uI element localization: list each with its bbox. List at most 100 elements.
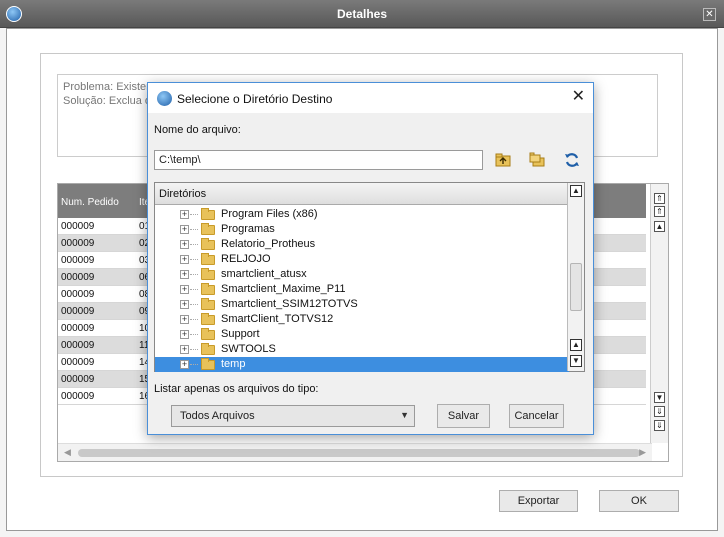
tree-connector <box>190 244 198 245</box>
tree-connector <box>190 349 198 350</box>
cell-num-pedido: 000009 <box>61 374 95 385</box>
expand-icon[interactable]: + <box>180 300 189 309</box>
tree-item[interactable]: + Support <box>155 327 569 342</box>
tree-header: Diretórios <box>155 183 569 205</box>
folder-up-icon[interactable] <box>495 152 511 168</box>
scroll-left-icon[interactable]: ◀ <box>64 447 71 458</box>
app-logo-icon <box>157 91 172 106</box>
folder-name: temp <box>221 358 246 370</box>
folder-icon <box>201 223 215 235</box>
tree-connector <box>190 319 198 320</box>
dialog-title: Selecione o Diretório Destino <box>177 92 333 106</box>
select-directory-dialog: Selecione o Diretório Destino ✕ Nome do … <box>147 82 594 435</box>
expand-icon[interactable]: + <box>180 315 189 324</box>
folder-icon <box>201 343 215 355</box>
window-title: Detalhes <box>336 7 388 21</box>
dialog-close-button[interactable]: ✕ <box>572 88 585 106</box>
tree-items: + Program Files (x86) + Programas + Relatorio… <box>155 207 569 372</box>
expand-icon[interactable]: + <box>180 360 189 369</box>
expand-icon[interactable]: + <box>180 270 189 279</box>
grid-horizontal-scrollbar[interactable]: ◀ ▶ <box>58 443 652 461</box>
tree-connector <box>190 259 198 260</box>
tree-header-label: Diretórios <box>159 188 207 200</box>
expand-icon[interactable]: + <box>180 255 189 264</box>
tree-vertical-scrollbar[interactable]: ▲ ▲ ▼ <box>567 183 584 371</box>
tree-page-up-icon[interactable]: ▲ <box>570 339 582 351</box>
tree-scroll-thumb[interactable] <box>570 263 582 311</box>
tree-item[interactable]: + Relatorio_Protheus <box>155 237 569 252</box>
tree-item[interactable]: + RELJOJO <box>155 252 569 267</box>
scroll-down-icon[interactable]: ▼ <box>654 392 665 403</box>
cell-num-pedido: 000009 <box>61 323 95 334</box>
horizontal-scroll-thumb[interactable] <box>78 449 640 457</box>
folder-icon <box>201 298 215 310</box>
tree-scroll-down-icon[interactable]: ▼ <box>570 355 582 367</box>
file-type-label: Listar apenas os arquivos do tipo: <box>154 383 319 395</box>
refresh-icon[interactable] <box>564 152 580 168</box>
export-button[interactable]: Exportar <box>499 490 578 512</box>
file-name-label: Nome do arquivo: <box>154 124 241 136</box>
page-up-icon[interactable]: ⇑ <box>654 206 665 217</box>
directory-tree[interactable]: Diretórios + Program Files (x86) + Programa… <box>154 182 585 372</box>
tree-scroll-up-icon[interactable]: ▲ <box>570 185 582 197</box>
save-button[interactable]: Salvar <box>437 404 490 428</box>
cell-num-pedido: 000009 <box>61 306 95 317</box>
folder-icon <box>201 283 215 295</box>
folder-icon <box>201 328 215 340</box>
column-header-num-pedido[interactable]: Num. Pedido <box>61 197 119 208</box>
tree-item[interactable]: + SWTOOLS <box>155 342 569 357</box>
cell-num-pedido: 000009 <box>61 340 95 351</box>
tree-connector <box>190 214 198 215</box>
tree-connector <box>190 289 198 290</box>
folder-icon <box>201 253 215 265</box>
folder-icon <box>201 358 215 370</box>
tree-item[interactable]: + Smartclient_SSIM12TOTVS <box>155 297 569 312</box>
cell-num-pedido: 000009 <box>61 238 95 249</box>
new-folder-icon[interactable] <box>529 152 545 168</box>
tree-connector <box>190 274 198 275</box>
grid-vertical-scrollbar[interactable]: ⇑ ⇑ ▲ ▼ ⇓ ⇓ <box>650 184 668 443</box>
folder-icon <box>201 208 215 220</box>
folder-name: Programas <box>221 223 275 235</box>
folder-name: RELJOJO <box>221 253 271 265</box>
ok-button[interactable]: OK <box>599 490 679 512</box>
tree-connector <box>190 334 198 335</box>
expand-icon[interactable]: + <box>180 285 189 294</box>
expand-icon[interactable]: + <box>180 225 189 234</box>
dialog-title-bar: Selecione o Diretório Destino ✕ <box>148 83 593 113</box>
expand-icon[interactable]: + <box>180 240 189 249</box>
expand-icon[interactable]: + <box>180 345 189 354</box>
expand-icon[interactable]: + <box>180 330 189 339</box>
tree-connector <box>190 364 198 365</box>
tree-item[interactable]: + Program Files (x86) <box>155 207 569 222</box>
folder-name: Smartclient_SSIM12TOTVS <box>221 298 358 310</box>
title-bar: Detalhes ✕ <box>0 0 724 28</box>
expand-icon[interactable]: + <box>180 210 189 219</box>
folder-name: SmartClient_TOTVS12 <box>221 313 334 325</box>
tree-item[interactable]: + temp <box>155 357 569 372</box>
cell-num-pedido: 000009 <box>61 221 95 232</box>
folder-icon <box>201 238 215 250</box>
scroll-top-icon[interactable]: ⇑ <box>654 193 665 204</box>
tree-connector <box>190 304 198 305</box>
file-type-select[interactable]: Todos Arquivos ▼ <box>171 405 415 427</box>
tree-item[interactable]: + SmartClient_TOTVS12 <box>155 312 569 327</box>
tree-item[interactable]: + smartclient_atusx <box>155 267 569 282</box>
folder-name: Relatorio_Protheus <box>221 238 316 250</box>
tree-item[interactable]: + Smartclient_Maxime_P11 <box>155 282 569 297</box>
scroll-up-icon[interactable]: ▲ <box>654 221 665 232</box>
close-button[interactable]: ✕ <box>703 8 716 21</box>
cell-num-pedido: 000009 <box>61 272 95 283</box>
cell-num-pedido: 000009 <box>61 391 95 402</box>
folder-name: Support <box>221 328 260 340</box>
tree-item[interactable]: + Programas <box>155 222 569 237</box>
folder-name: Smartclient_Maxime_P11 <box>221 283 346 295</box>
cancel-button[interactable]: Cancelar <box>509 404 564 428</box>
scroll-bottom-icon[interactable]: ⇓ <box>654 420 665 431</box>
folder-icon <box>201 313 215 325</box>
file-type-value: Todos Arquivos <box>180 410 255 422</box>
cell-num-pedido: 000009 <box>61 357 95 368</box>
path-input[interactable]: C:\temp\ <box>154 150 483 170</box>
scroll-right-icon[interactable]: ▶ <box>639 447 646 458</box>
page-down-icon[interactable]: ⇓ <box>654 406 665 417</box>
